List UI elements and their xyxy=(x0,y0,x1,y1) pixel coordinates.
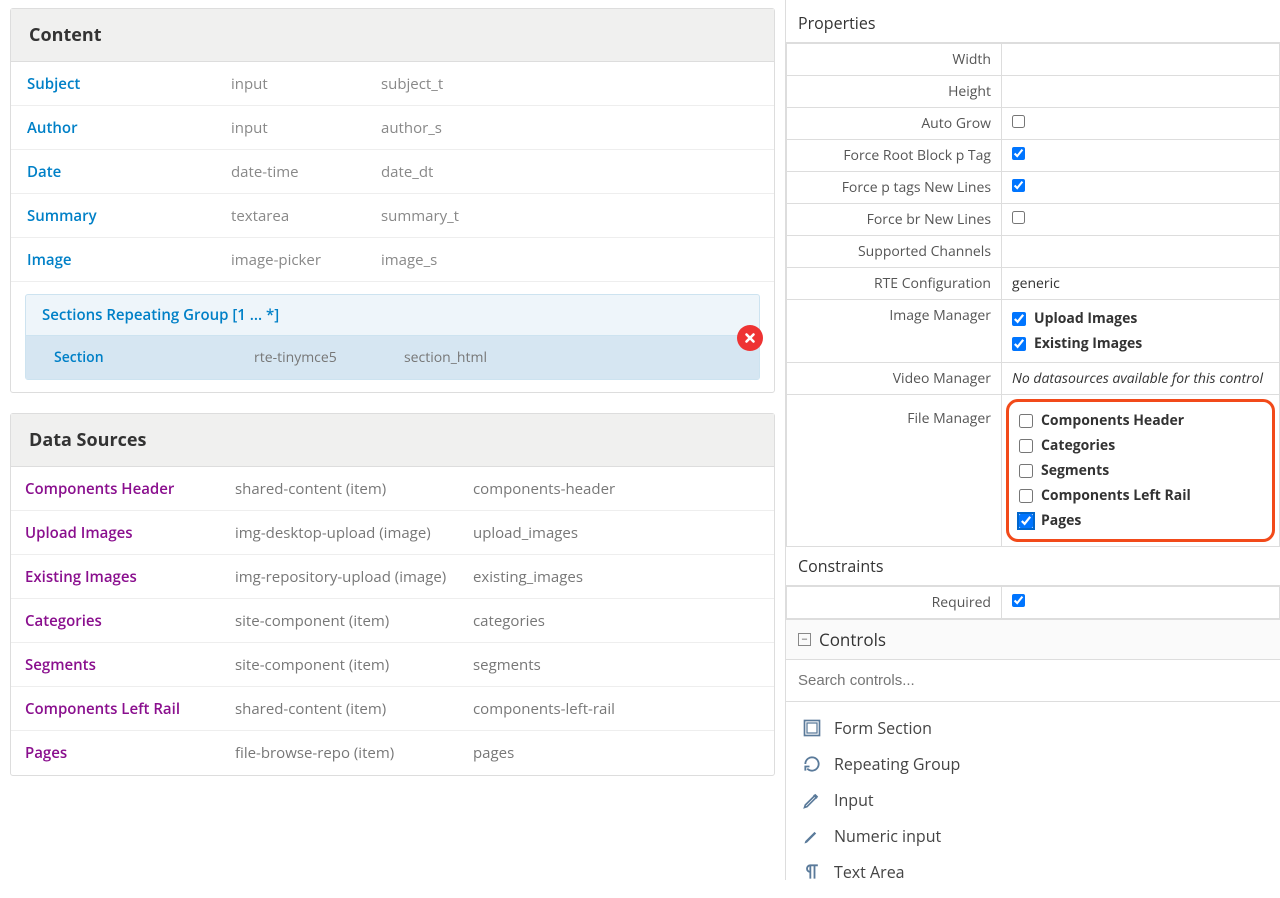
imgmgr-upload-checkbox[interactable] xyxy=(1012,312,1026,326)
control-numeric-input[interactable]: Numeric input xyxy=(790,818,1276,854)
pencil-icon xyxy=(802,790,822,810)
content-field-row[interactable]: Subject input subject_t xyxy=(11,62,774,106)
rte-config-value[interactable]: generic xyxy=(1012,274,1060,293)
form-section-icon xyxy=(802,718,822,738)
repeat-title: Sections Repeating Group [1 ... *] xyxy=(26,295,759,336)
force-br-checkbox[interactable] xyxy=(1012,211,1025,224)
field-label: Subject xyxy=(21,74,231,94)
properties-table: Width Height Auto Grow Force Root Block … xyxy=(786,43,1280,547)
content-field-row[interactable]: Author input author_s xyxy=(11,106,774,150)
remove-icon[interactable] xyxy=(737,325,763,351)
datasource-row[interactable]: Pages file-browse-repo (item) pages xyxy=(11,731,774,775)
datasources-title: Data Sources xyxy=(11,414,774,467)
force-root-checkbox[interactable] xyxy=(1012,147,1025,160)
fm-categories-checkbox[interactable] xyxy=(1019,439,1033,453)
datasource-row[interactable]: Existing Images img-repository-upload (i… xyxy=(11,555,774,599)
content-field-row[interactable]: Summary textarea summary_t xyxy=(11,194,774,238)
content-panel: Content Subject input subject_t Author i… xyxy=(10,8,775,393)
properties-title: Properties xyxy=(786,4,1280,43)
repeat-icon xyxy=(802,754,822,774)
autogrow-checkbox[interactable] xyxy=(1012,115,1025,128)
force-p-checkbox[interactable] xyxy=(1012,179,1025,192)
datasources-panel: Data Sources Components Header shared-co… xyxy=(10,413,775,776)
required-checkbox[interactable] xyxy=(1012,594,1025,607)
content-field-row[interactable]: Image image-picker image_s xyxy=(11,238,774,282)
controls-section-header[interactable]: − Controls xyxy=(786,619,1280,660)
repeat-row[interactable]: Section rte-tinymce5 section_html xyxy=(26,336,759,379)
fm-leftrail-checkbox[interactable] xyxy=(1019,489,1033,503)
datasource-row[interactable]: Upload Images img-desktop-upload (image)… xyxy=(11,511,774,555)
datasource-row[interactable]: Categories site-component (item) categor… xyxy=(11,599,774,643)
numeric-icon xyxy=(802,826,822,846)
datasource-row[interactable]: Segments site-component (item) segments xyxy=(11,643,774,687)
constraints-title: Constraints xyxy=(786,547,1280,586)
content-field-row[interactable]: Date date-time date_dt xyxy=(11,150,774,194)
datasource-row[interactable]: Components Header shared-content (item) … xyxy=(11,467,774,511)
repeating-group[interactable]: Sections Repeating Group [1 ... *] Secti… xyxy=(25,294,760,380)
datasource-row[interactable]: Components Left Rail shared-content (ite… xyxy=(11,687,774,731)
file-manager-highlight: Components Header Categories Segments Co… xyxy=(1006,399,1275,542)
control-form-section[interactable]: Form Section xyxy=(790,710,1276,746)
control-text-area[interactable]: Text Area xyxy=(790,854,1276,890)
imgmgr-existing-checkbox[interactable] xyxy=(1012,337,1026,351)
fm-segments-checkbox[interactable] xyxy=(1019,464,1033,478)
controls-search-input[interactable] xyxy=(786,666,1280,695)
content-title: Content xyxy=(11,9,774,62)
field-type: input xyxy=(231,74,381,94)
fm-pages-checkbox[interactable] xyxy=(1019,514,1033,528)
fm-components-header-checkbox[interactable] xyxy=(1019,414,1033,428)
control-input[interactable]: Input xyxy=(790,782,1276,818)
field-var: subject_t xyxy=(381,74,764,94)
video-mgr-value: No datasources available for this contro… xyxy=(1002,363,1280,395)
collapse-icon[interactable]: − xyxy=(798,633,811,646)
control-repeating-group[interactable]: Repeating Group xyxy=(790,746,1276,782)
paragraph-icon xyxy=(802,862,822,882)
